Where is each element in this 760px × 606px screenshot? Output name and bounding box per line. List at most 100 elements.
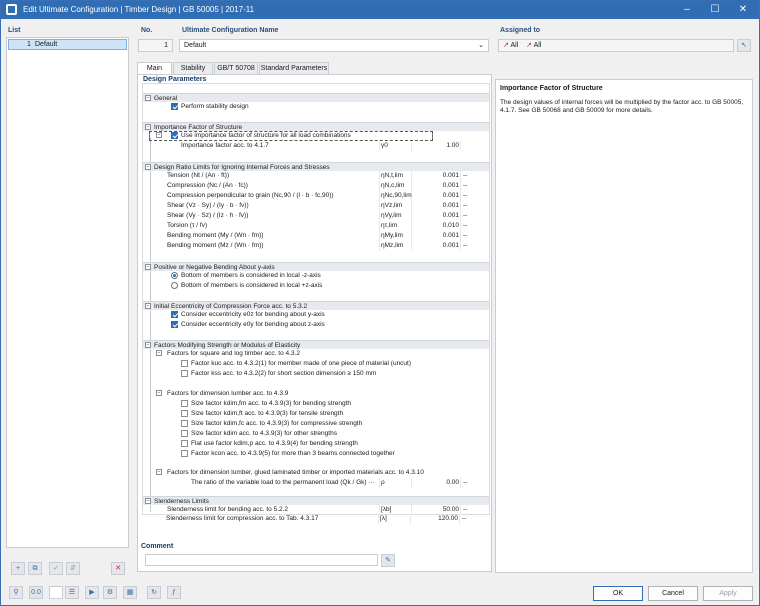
table-row: Torsion (τ / fv) ητ,lim 0.010 -- <box>167 221 468 231</box>
section-general[interactable]: − General <box>143 93 489 102</box>
info-panel: Importance Factor of Structure The desig… <box>495 79 753 573</box>
row-glued-laminated: − Factors for dimension lumber, glued lam… <box>156 469 424 476</box>
kuc-checkbox[interactable] <box>181 360 188 367</box>
list-item: Size factor kdim acc. to 4.3.9(3) for ot… <box>143 429 489 439</box>
ecc-z-checkbox[interactable] <box>171 321 178 328</box>
info-body: The design values of internal forces wil… <box>500 99 744 114</box>
select-icon[interactable]: ↖ <box>737 39 751 52</box>
table-icon[interactable]: ▦ <box>123 586 137 599</box>
row-bottom-neg: Bottom of members is considered in local… <box>143 271 489 281</box>
section-modification[interactable]: − Factors Modifying Strength or Modulus o… <box>143 340 489 349</box>
view-icon[interactable] <box>49 586 63 599</box>
copy-icon[interactable]: ⧉ <box>28 562 42 575</box>
table-row: Shear (Vy · Sz) / (Iz · h · fv)) ηVy,lim 0… <box>167 211 468 221</box>
row-kss: Factor kss acc. to 4.3.2(2) for short se… <box>143 369 489 379</box>
dl-checkbox[interactable] <box>181 410 188 417</box>
title-bar: Edit Ultimate Configuration | Timber Des… <box>1 1 759 19</box>
function-icon[interactable]: ƒ <box>167 586 181 599</box>
collapse-icon[interactable]: − <box>145 498 151 504</box>
comment-input[interactable] <box>145 554 378 566</box>
app-icon <box>6 4 17 15</box>
row-bottom-pos: Bottom of members is considered in local… <box>143 281 489 291</box>
assigned-all-1: All <box>510 42 519 49</box>
section-ratio-limits[interactable]: − Design Ratio Limits for Ignoring Intern… <box>143 162 489 171</box>
collapse-icon[interactable]: − <box>145 164 151 170</box>
collapse-icon[interactable]: − <box>156 350 162 356</box>
delete-icon[interactable]: ✕ <box>111 562 125 575</box>
comment-edit-icon[interactable]: ✎ <box>381 554 395 567</box>
apply-button[interactable]: Apply <box>703 586 753 601</box>
name-label: Ultimate Configuration Name <box>182 27 279 34</box>
new-icon[interactable]: + <box>11 562 25 575</box>
row-load-ratio: The ratio of the variable load to the pe… <box>191 478 468 488</box>
refresh-icon[interactable]: ↻ <box>147 586 161 599</box>
check-icon[interactable]: ✓ <box>49 562 63 575</box>
list-label: List <box>8 27 21 34</box>
sort-icon[interactable]: ⇵ <box>66 562 80 575</box>
assigned-label: Assigned to <box>500 27 541 34</box>
stability-checkbox[interactable] <box>171 103 178 110</box>
row-ecc-z: Consider eccentricity e0y for bending ab… <box>143 320 489 330</box>
kss-checkbox[interactable] <box>181 370 188 377</box>
member-icon: ↗ <box>503 42 509 49</box>
ecc-y-checkbox[interactable] <box>171 311 178 318</box>
tab-gbt[interactable]: GB/T 50708 <box>214 62 258 74</box>
collapse-icon[interactable]: − <box>145 264 151 270</box>
cancel-button[interactable]: Cancel <box>648 586 698 601</box>
table-row: Compression (Nc / (An · fc)) ηN,c,lim 0.00… <box>167 181 468 191</box>
settings-icon[interactable]: ⚙ <box>103 586 117 599</box>
name-input[interactable]: Default ⌄ <box>179 39 489 52</box>
collapse-icon[interactable]: − <box>145 95 151 101</box>
units-icon[interactable]: 0.0 <box>29 586 43 599</box>
dl-checkbox[interactable] <box>181 450 188 457</box>
row-kuc: Factor kuc acc. to 4.3.2(1) for member m… <box>143 359 489 369</box>
section-bending[interactable]: − Positive or Negative Bending About y-ax… <box>143 262 489 271</box>
member-set-icon: ↗ <box>526 42 533 49</box>
importance-factor-value[interactable]: 1.00 <box>411 142 459 149</box>
window-title: Edit Ultimate Configuration | Timber Des… <box>23 5 255 14</box>
collapse-icon[interactable]: − <box>145 303 151 309</box>
no-field: 1 <box>138 39 173 52</box>
dl-checkbox[interactable] <box>181 400 188 407</box>
row-ecc-y: Consider eccentricity e0z for bending ab… <box>143 310 489 320</box>
table-row: Bending moment (My / (Wn · fm)) ηMy,lim 0.… <box>167 231 468 241</box>
list-item-name: Default <box>35 41 58 48</box>
row-importance-factor: Importance factor acc. to 4.1.7 γ0 1.00 <box>181 141 461 151</box>
search-icon[interactable]: ⚲ <box>9 586 23 599</box>
section-importance[interactable]: − Importance Factor of Structure <box>143 122 489 131</box>
chevron-down-icon[interactable]: ⌄ <box>478 40 484 51</box>
assigned-all-2: All <box>533 42 542 49</box>
comment-label: Comment <box>141 543 174 550</box>
tab-stability[interactable]: Stability <box>173 62 213 74</box>
collapse-icon[interactable]: − <box>156 390 162 396</box>
info-icon[interactable]: ▶ <box>85 586 99 599</box>
close-icon[interactable]: ✕ <box>729 1 757 19</box>
collapse-icon[interactable]: − <box>145 342 151 348</box>
config-list[interactable]: 1 Default <box>6 37 129 548</box>
design-parameters-title: Design Parameters <box>143 76 207 83</box>
tab-standard-parameters[interactable]: Standard Parameters <box>259 62 329 74</box>
ok-button[interactable]: OK <box>593 586 643 601</box>
main-panel: Design Parameters − General Perform stabi… <box>137 74 492 572</box>
list-item[interactable]: 1 Default <box>8 39 127 50</box>
dl-checkbox[interactable] <box>181 420 188 427</box>
dialog-window: Edit Ultimate Configuration | Timber Des… <box>0 0 760 606</box>
focus-outline <box>149 131 433 141</box>
list-item: Factor kcon acc. to 4.3.9(5) for more th… <box>143 449 489 459</box>
table-row: Shear (Vz · Sy) / (Iy · b · fv)) ηVz,lim 0… <box>167 201 468 211</box>
section-slenderness[interactable]: − Slenderness Limits <box>143 496 489 505</box>
bottom-pos-radio[interactable] <box>171 282 178 289</box>
collapse-icon[interactable]: − <box>145 124 151 130</box>
collapse-icon[interactable]: − <box>156 469 162 475</box>
list-item: Flat use factor kdim,p acc. to 4.3.9(4) … <box>143 439 489 449</box>
parameters-grid: Design Parameters − General Perform stabi… <box>142 76 490 515</box>
dl-checkbox[interactable] <box>181 430 188 437</box>
bottom-neg-radio[interactable] <box>171 272 178 279</box>
section-eccentricity[interactable]: − Initial Eccentricity of Compression For… <box>143 301 489 310</box>
minimize-icon[interactable]: – <box>673 1 701 19</box>
member-icon[interactable]: ☰ <box>65 586 79 599</box>
maximize-icon[interactable]: ☐ <box>701 1 729 19</box>
list-item: Size factor kdim,ft acc. to 4.3.9(3) for… <box>143 409 489 419</box>
dl-checkbox[interactable] <box>181 440 188 447</box>
row-stability: Perform stability design <box>143 102 489 112</box>
